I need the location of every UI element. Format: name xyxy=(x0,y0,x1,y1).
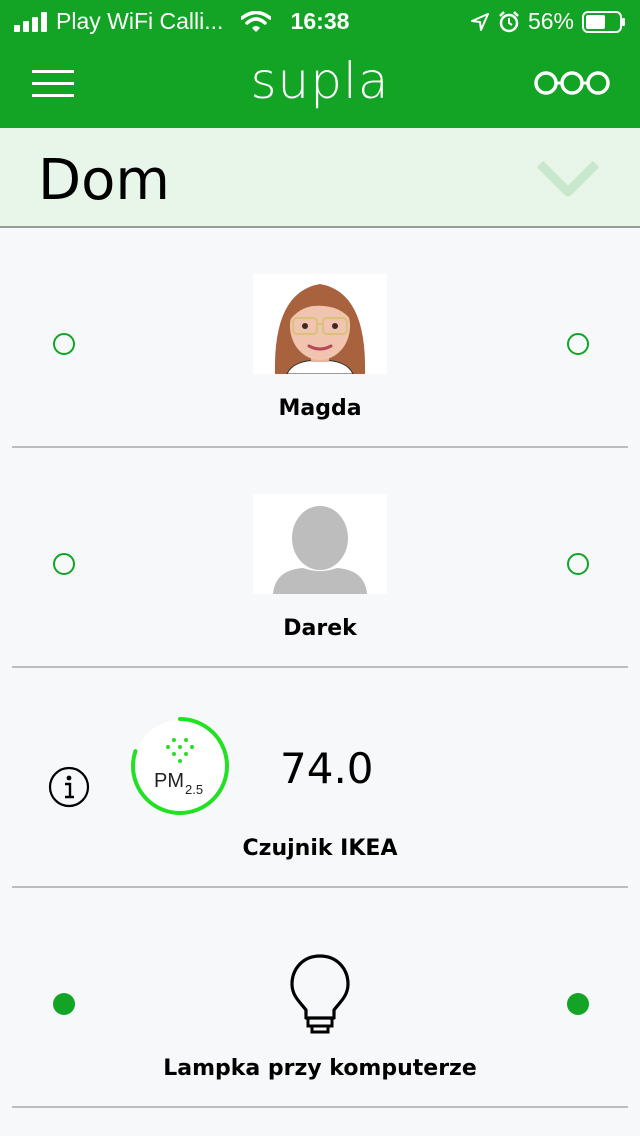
channel-caption: Darek xyxy=(283,616,357,641)
sensor-value: 74.0 xyxy=(280,744,374,793)
location-arrow-icon xyxy=(470,12,489,31)
status-bar-right: 56% xyxy=(470,8,626,35)
memoji-avatar-image xyxy=(253,274,387,374)
right-status-indicator[interactable] xyxy=(567,993,589,1015)
lightbulb-icon xyxy=(290,954,350,1034)
location-header[interactable]: Dom xyxy=(0,128,640,228)
right-status-indicator xyxy=(567,333,589,355)
alarm-clock-icon xyxy=(499,10,519,32)
channel-row-czujnik-ikea[interactable]: PM 2.5 74.0 Czujnik IKEA xyxy=(0,668,640,888)
status-bar: Play WiFi Calli... 16:38 56% xyxy=(0,0,640,42)
pm-subscript: 2.5 xyxy=(185,782,203,797)
left-status-indicator[interactable] xyxy=(53,993,75,1015)
channel-caption: Lampka przy komputerze xyxy=(163,1056,477,1081)
more-options-icon[interactable] xyxy=(532,68,612,98)
pm25-gauge-icon: PM 2.5 xyxy=(131,717,229,815)
battery-icon xyxy=(582,10,625,33)
channel-row-magda[interactable]: Magda xyxy=(0,228,640,448)
battery-percent: 56% xyxy=(527,8,574,34)
location-name: Dom xyxy=(38,148,170,213)
left-status-indicator xyxy=(53,553,75,575)
channel-caption: Magda xyxy=(278,396,362,421)
left-status-indicator xyxy=(53,333,75,355)
chevron-down-icon[interactable] xyxy=(536,158,600,198)
channel-row-lampka[interactable]: Lampka przy komputerze xyxy=(0,888,640,1108)
row-divider xyxy=(12,1106,628,1108)
channel-row-darek[interactable]: Darek xyxy=(0,448,640,668)
right-status-indicator xyxy=(567,553,589,575)
person-placeholder-image xyxy=(253,494,387,594)
channel-caption: Czujnik IKEA xyxy=(242,836,398,861)
info-icon[interactable] xyxy=(48,766,90,808)
pm-label: PM xyxy=(154,770,184,792)
app-header: supla xyxy=(0,42,640,128)
